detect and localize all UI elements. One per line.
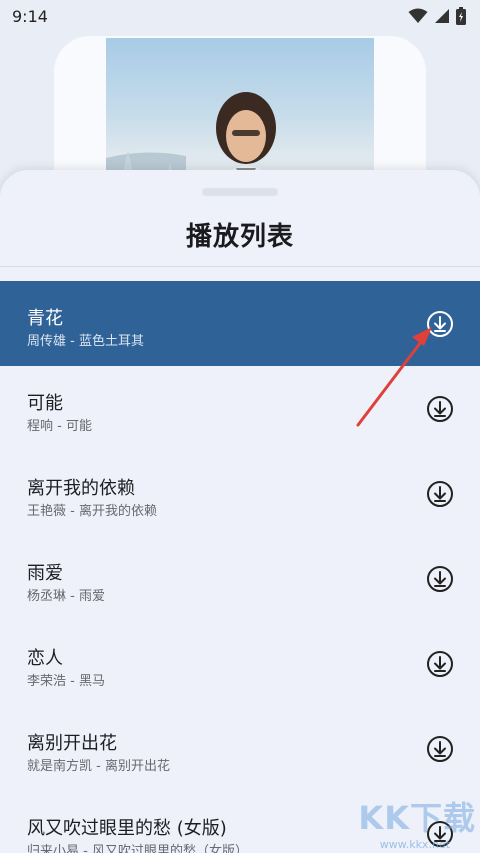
status-icons [408,7,466,25]
list-item[interactable]: 青花 周传雄 - 蓝色土耳其 [0,281,480,366]
song-title: 恋人 [27,648,63,669]
song-title: 青花 [27,308,63,329]
download-icon[interactable] [426,310,454,338]
drag-handle[interactable] [202,188,278,196]
download-icon[interactable] [426,735,454,763]
watermark-logo: KK下载 [358,799,476,837]
song-subtitle: 杨丞琳 - 雨爱 [27,589,105,604]
list-item[interactable]: 离开我的依赖 王艳薇 - 离开我的依赖 [0,451,480,536]
song-list: 青花 周传雄 - 蓝色土耳其 可能 程响 - 可能 离开我的依赖 王艳薇 - 离… [0,281,480,853]
song-subtitle: 李荣浩 - 黑马 [27,674,105,689]
song-title: 离别开出花 [27,733,117,754]
song-title: 风又吹过眼里的愁 (女版) [27,818,227,839]
divider [0,266,480,267]
playlist-sheet: 播放列表 青花 周传雄 - 蓝色土耳其 可能 程响 - 可能 离开我的依赖 王艳… [0,170,480,853]
song-title: 离开我的依赖 [27,478,135,499]
download-icon[interactable] [426,395,454,423]
list-item[interactable]: 恋人 李荣浩 - 黑马 [0,621,480,706]
status-time: 9:14 [12,6,48,26]
list-item[interactable]: 雨爱 杨丞琳 - 雨爱 [0,536,480,621]
download-icon[interactable] [426,480,454,508]
song-subtitle: 就是南方凯 - 离别开出花 [27,759,170,774]
list-item[interactable]: 离别开出花 就是南方凯 - 离别开出花 [0,706,480,791]
sheet-title: 播放列表 [185,222,294,252]
song-subtitle: 程响 - 可能 [27,419,92,434]
list-item[interactable]: 可能 程响 - 可能 [0,366,480,451]
song-title: 可能 [27,393,63,414]
download-icon[interactable] [426,565,454,593]
song-title: 雨爱 [27,563,63,584]
song-subtitle: 归来小易 - 风又吹过眼里的愁（女版） [27,844,248,853]
song-subtitle: 周传雄 - 蓝色土耳其 [27,334,144,349]
battery-icon [456,7,466,25]
song-subtitle: 王艳薇 - 离开我的依赖 [27,504,157,519]
wifi-icon [408,8,428,23]
watermark-url: www.kkx.net [379,838,450,851]
signal-icon [435,9,449,23]
download-icon[interactable] [426,650,454,678]
status-bar: 9:14 [0,0,480,32]
